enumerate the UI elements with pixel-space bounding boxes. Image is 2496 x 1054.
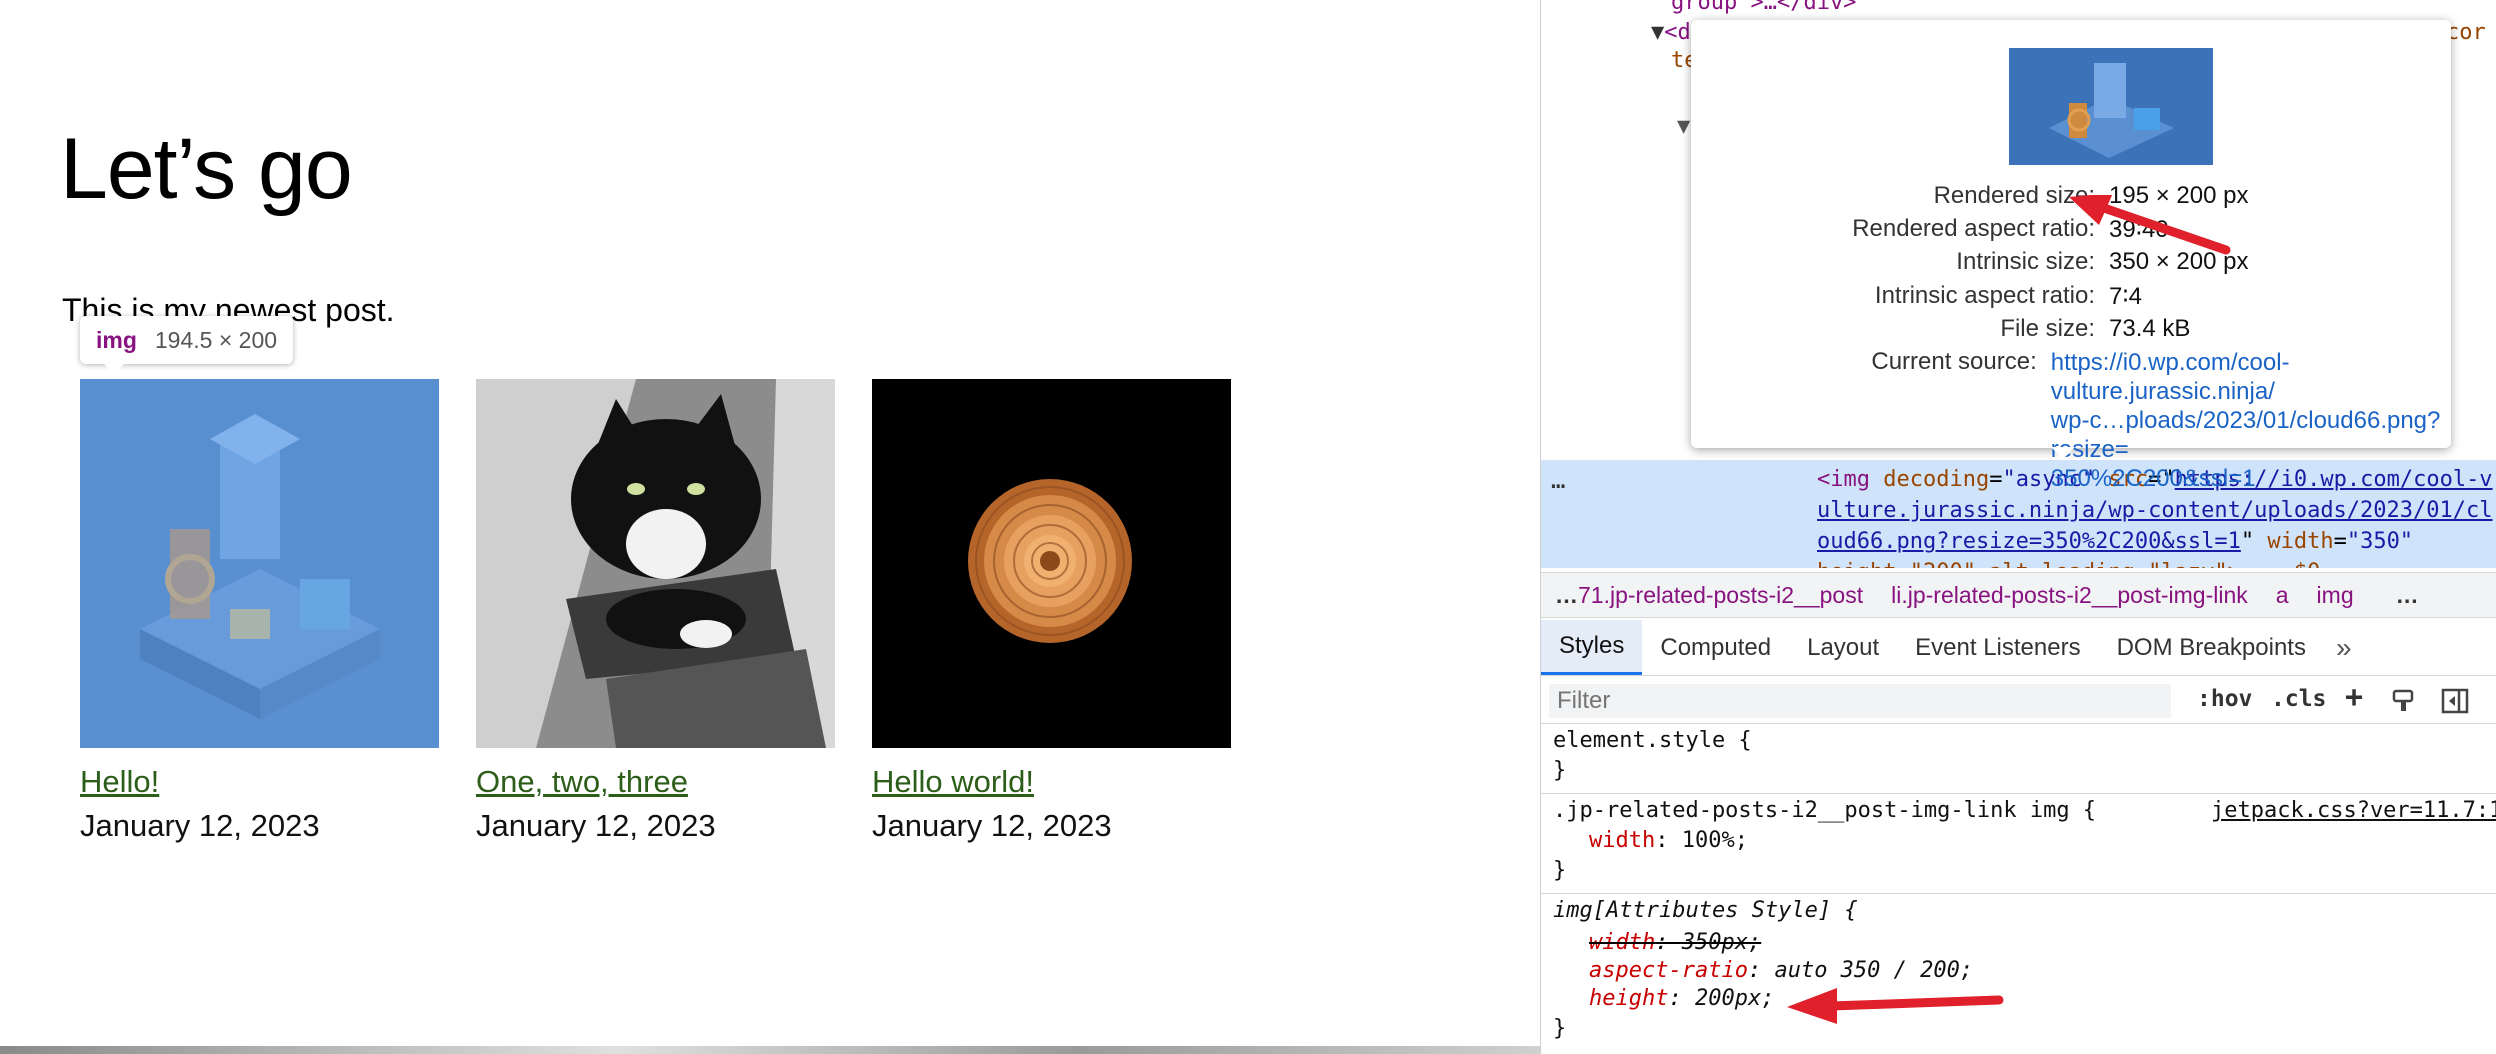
disclosure-triangle-icon[interactable]: ▼ xyxy=(1651,20,1664,45)
window-bottom-strip xyxy=(0,1046,1540,1054)
tab-styles[interactable]: Styles xyxy=(1541,620,1643,675)
style-rule-element: element.style { } xyxy=(1541,726,2496,794)
class-toggle[interactable]: .cls xyxy=(2271,686,2326,712)
dom-breadcrumbs: … 71.jp-related-posts-i2__post li.jp-rel… xyxy=(1541,572,2496,618)
related-post-card: One, two, three January 12, 2023 xyxy=(476,379,835,844)
tab-dom-breakpoints[interactable]: DOM Breakpoints xyxy=(2099,620,2324,675)
paint-brush-icon[interactable] xyxy=(2391,688,2417,714)
tooltip-size: 194.5 × 200 xyxy=(154,326,278,353)
more-icon[interactable]: … xyxy=(1551,466,1565,494)
styles-filter-input[interactable] xyxy=(1549,684,2171,718)
related-post-date: January 12, 2023 xyxy=(872,808,1112,843)
element-inspect-tooltip: img 194.5 × 200 xyxy=(80,316,294,374)
orange-dahlia-photo xyxy=(872,379,1231,748)
style-rule-img-link: .jp-related-posts-i2__post-img-link img … xyxy=(1541,796,2496,894)
breadcrumb-item[interactable]: a xyxy=(2276,582,2289,609)
more-tabs-chevron-icon[interactable]: » xyxy=(2324,620,2364,675)
breadcrumb-item[interactable]: li.jp-related-posts-i2__post-img-link xyxy=(1891,582,2248,609)
related-post-link[interactable]: One, two, three xyxy=(476,764,835,800)
popup-row-rendered-aspect: Rendered aspect ratio: 39∶40 xyxy=(1852,215,2169,243)
related-post-date: January 12, 2023 xyxy=(80,808,320,843)
popup-row-intrinsic-aspect: Intrinsic aspect ratio: 7∶4 xyxy=(1874,282,2142,310)
stylesheet-source-link[interactable]: jetpack.css?ver=11.7:1 xyxy=(2211,798,2496,823)
related-post-link[interactable]: Hello world! xyxy=(872,764,1231,800)
tooltip-tag: img xyxy=(96,326,137,353)
dom-line[interactable]: group >…</div> xyxy=(1671,0,1856,15)
tab-computed[interactable]: Computed xyxy=(1642,620,1789,675)
popup-row-current-source: Current source: https://i0.wp.com/cool-v… xyxy=(1691,348,2451,493)
add-rule-icon[interactable]: + xyxy=(2345,680,2363,715)
page-title: Let’s go xyxy=(60,121,353,217)
popup-row-intrinsic-size: Intrinsic size: 350 × 200 px xyxy=(1956,248,2249,275)
related-post-image[interactable] xyxy=(80,379,439,748)
breadcrumb-more-icon[interactable]: … xyxy=(2396,582,2419,609)
styles-filter-bar: :hov .cls + xyxy=(1541,678,2496,724)
image-preview-thumbnail xyxy=(2009,48,2213,165)
dom-line-fragment: cor xyxy=(2446,20,2486,45)
image-preview-popover: Rendered size: 195 × 200 px Rendered aspe… xyxy=(1691,20,2451,492)
related-post-card: Hello! January 12, 2023 xyxy=(80,379,439,844)
related-post-date: January 12, 2023 xyxy=(476,808,716,843)
tab-event-listeners[interactable]: Event Listeners xyxy=(1897,620,2098,675)
popup-row-rendered-size: Rendered size: 195 × 200 px xyxy=(1933,182,2249,209)
breadcrumb-overflow-icon[interactable]: … xyxy=(1555,582,1578,609)
breadcrumb-item[interactable]: 71.jp-related-posts-i2__post xyxy=(1578,582,1863,609)
toggle-sidebar-icon[interactable] xyxy=(2441,688,2469,714)
related-post-image[interactable] xyxy=(476,379,835,748)
hover-state-toggle[interactable]: :hov xyxy=(2197,686,2252,712)
popup-row-file-size: File size: 73.4 kB xyxy=(2000,315,2191,342)
dom-line[interactable]: ▼<d xyxy=(1651,20,1691,45)
page-viewport: Let’s go This is my newest post. img 194… xyxy=(0,0,1540,1054)
related-post-card: Hello world! January 12, 2023 xyxy=(872,379,1231,844)
current-source-link[interactable]: https://i0.wp.com/cool-vulture.jurassic.… xyxy=(2051,348,2451,493)
related-post-image[interactable] xyxy=(872,379,1231,748)
style-rule-attributes: img[Attributes Style] { width: 350px; as… xyxy=(1553,898,1974,1041)
devtools-panel: group >…</div> ▼<d cor te ▼ … <img decod… xyxy=(1540,0,2496,1054)
styles-tabbar: Styles Computed Layout Event Listeners D… xyxy=(1541,620,2496,676)
black-and-white-cat-photo xyxy=(476,379,835,748)
tab-layout[interactable]: Layout xyxy=(1789,620,1897,675)
disclosure-triangle-icon[interactable]: ▼ xyxy=(1677,114,1690,139)
breadcrumb-item[interactable]: img xyxy=(2317,582,2354,609)
related-post-link[interactable]: Hello! xyxy=(80,764,439,800)
